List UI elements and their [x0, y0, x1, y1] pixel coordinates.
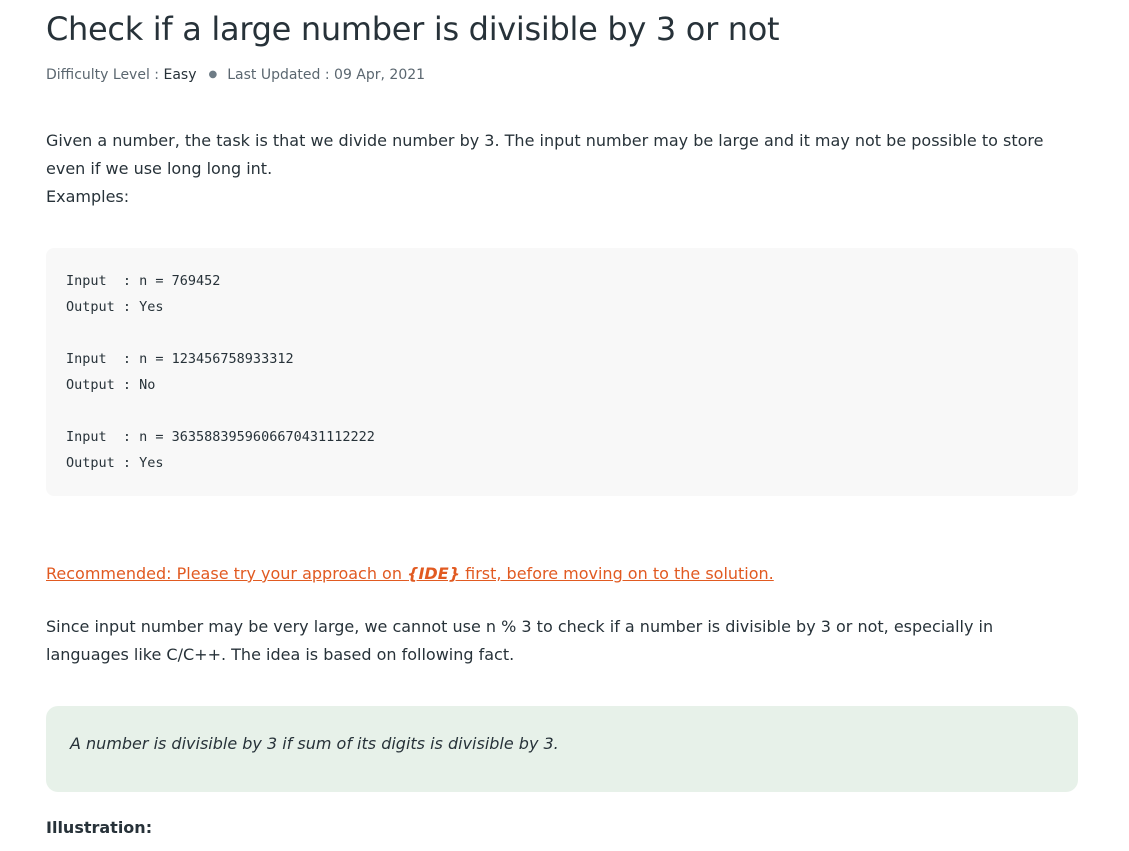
difficulty-label: Difficulty Level : [46, 67, 164, 83]
article-meta: Difficulty Level : Easy ● Last Updated : 0… [46, 67, 425, 83]
last-updated: Last Updated : 09 Apr, 2021 [227, 67, 426, 83]
intro-paragraph: Given a number, the task is that we divi… [46, 131, 1044, 178]
explanation-paragraph: Since input number may be very large, we… [46, 617, 994, 664]
fact-callout: A number is divisible by 3 if sum of its… [46, 706, 1078, 792]
recommended-suffix: first, before moving on to the solution. [460, 564, 774, 583]
ide-link-text: {IDE} [407, 564, 461, 583]
recommended-ide-link[interactable]: Recommended: Please try your approach on… [46, 560, 774, 588]
example-output: Output : Yes [66, 299, 164, 315]
example-input: Input : n = 769452 [66, 273, 221, 289]
page-title: Check if a large number is divisible by … [46, 10, 780, 48]
difficulty-value[interactable]: Easy [163, 67, 196, 83]
fact-text: A number is divisible by 3 if sum of its… [70, 734, 559, 753]
example-output: Output : No [66, 377, 156, 393]
separator-dot-icon: ● [208, 69, 218, 80]
example-input: Input : n = 123456758933312 [66, 351, 294, 367]
recommended-prefix: Recommended: Please try your approach on [46, 564, 408, 583]
example-input: Input : n = 3635883959606670431112222 [66, 429, 375, 445]
example-output: Output : Yes [66, 455, 164, 471]
examples-code-block: Input : n = 769452 Output : Yes Input : n… [46, 248, 1078, 496]
examples-label: Examples: [46, 187, 130, 206]
illustration-heading: Illustration: [46, 818, 153, 837]
